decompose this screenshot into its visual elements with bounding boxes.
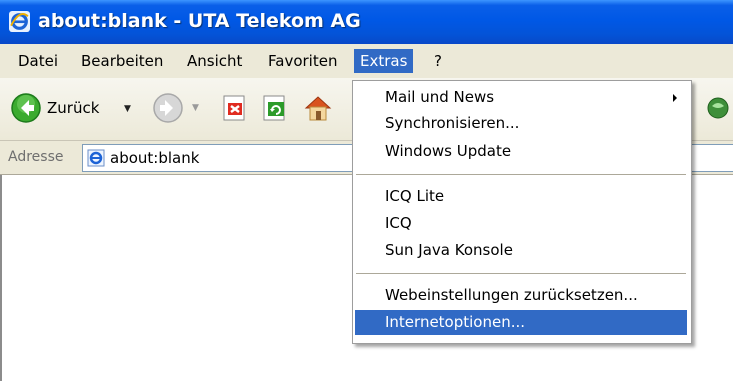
refresh-icon[interactable] <box>262 94 290 122</box>
submenu-arrow-icon <box>673 94 677 102</box>
address-url: about:blank <box>110 149 200 167</box>
extras-menu: Mail und News Synchronisieren... Windows… <box>352 80 692 344</box>
forward-arrow-icon[interactable] <box>152 92 184 124</box>
menu-favoriten[interactable]: Favoriten <box>262 49 343 73</box>
address-label: Adresse <box>8 149 64 165</box>
menu-item-webeinstellungen-zuruecksetzen[interactable]: Webeinstellungen zurücksetzen... <box>355 283 687 308</box>
menu-item-icq-lite[interactable]: ICQ Lite <box>355 184 687 209</box>
menu-separator <box>356 273 686 274</box>
menu-help[interactable]: ? <box>428 49 448 73</box>
menu-item-label: Sun Java Konsole <box>385 241 513 259</box>
menu-item-icq[interactable]: ICQ <box>355 211 687 236</box>
forward-dropdown-icon[interactable]: ▼ <box>192 103 199 113</box>
menu-bearbeiten[interactable]: Bearbeiten <box>75 49 169 73</box>
menu-item-sun-java-konsole[interactable]: Sun Java Konsole <box>355 238 687 263</box>
menu-ansicht[interactable]: Ansicht <box>181 49 248 73</box>
back-arrow-icon <box>11 93 41 123</box>
ie-logo-icon <box>9 11 30 32</box>
menu-item-label: Mail und News <box>385 88 495 106</box>
menu-datei[interactable]: Datei <box>12 49 64 73</box>
home-icon[interactable] <box>302 92 334 124</box>
media-icon[interactable] <box>706 96 730 120</box>
menu-item-windows-update[interactable]: Windows Update <box>355 139 687 164</box>
back-dropdown-icon[interactable]: ▼ <box>124 104 131 114</box>
menu-item-label: Windows Update <box>385 142 512 160</box>
menu-extras[interactable]: Extras <box>354 49 414 73</box>
menu-item-synchronisieren[interactable]: Synchronisieren... <box>355 111 687 136</box>
back-label: Zurück <box>47 99 100 117</box>
menu-item-mail-und-news[interactable]: Mail und News <box>355 85 687 110</box>
menu-item-label: ICQ Lite <box>385 187 445 205</box>
window-title: about:blank - UTA Telekom AG <box>38 10 361 32</box>
menu-item-label: Internetoptionen... <box>385 313 526 331</box>
menu-item-label: Synchronisieren... <box>385 114 520 132</box>
menu-separator <box>356 174 686 175</box>
page-ie-icon <box>87 149 105 167</box>
back-button[interactable]: Zurück ▼ <box>10 90 150 126</box>
stop-icon[interactable] <box>222 94 250 122</box>
menu-item-internetoptionen[interactable]: Internetoptionen... <box>355 310 687 335</box>
menu-item-label: Webeinstellungen zurücksetzen... <box>385 286 638 304</box>
menu-bar: Datei Bearbeiten Ansicht Favoriten Extra… <box>0 44 733 79</box>
title-bar: about:blank - UTA Telekom AG <box>0 0 733 44</box>
menu-item-label: ICQ <box>385 214 412 232</box>
